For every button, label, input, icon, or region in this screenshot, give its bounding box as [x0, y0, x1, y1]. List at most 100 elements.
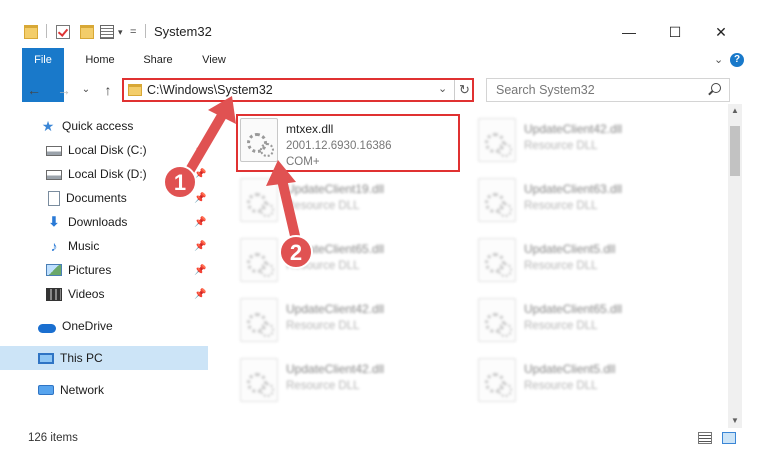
- scrollbar-thumb[interactable]: [730, 126, 740, 176]
- window-title: System32: [154, 24, 212, 39]
- sidebar-item-downloads[interactable]: ⬇ Downloads 📌: [0, 210, 208, 234]
- dll-file-icon: [478, 118, 516, 162]
- network-icon: [38, 385, 54, 395]
- qat-chevron-down-icon[interactable]: ▾: [118, 22, 123, 42]
- search-box[interactable]: Search System32: [486, 78, 730, 102]
- sidebar-item-label: Videos: [68, 287, 105, 301]
- disk-icon: [46, 146, 62, 156]
- recent-locations-chevron-icon[interactable]: ⌄: [76, 80, 96, 100]
- file-item[interactable]: UpdateClient42.dll Resource DLL: [474, 114, 704, 168]
- file-type: Resource DLL: [286, 200, 360, 212]
- onedrive-icon: [38, 323, 56, 333]
- sidebar-item-pictures[interactable]: Pictures 📌: [0, 258, 208, 282]
- file-item[interactable]: UpdateClient42.dll Resource DLL: [236, 294, 466, 348]
- file-item[interactable]: UpdateClient19.dll Resource DLL: [236, 174, 466, 228]
- sidebar-item-label: Network: [60, 383, 105, 397]
- quick-access-folder-icon[interactable]: [24, 22, 38, 42]
- sidebar-item-videos[interactable]: Videos 📌: [0, 282, 208, 306]
- dll-file-icon: [240, 358, 278, 402]
- properties-icon[interactable]: [100, 22, 114, 42]
- sidebar-item-music[interactable]: ♪ Music 📌: [0, 234, 208, 258]
- dll-file-icon: [478, 238, 516, 282]
- dll-file-icon: [478, 358, 516, 402]
- file-item[interactable]: UpdateClient5.dll Resource DLL: [474, 354, 704, 408]
- search-icon[interactable]: [711, 83, 721, 93]
- vertical-scrollbar[interactable]: ▲ ▼: [728, 104, 742, 428]
- downloads-icon: ⬇: [48, 214, 60, 229]
- tab-share[interactable]: Share: [136, 48, 180, 72]
- pin-icon: 📌: [194, 216, 207, 228]
- large-icons-view-icon[interactable]: [722, 432, 736, 444]
- title-bar: ▾ = System32 — ☐ ✕: [0, 0, 769, 44]
- refresh-button[interactable]: ↻: [454, 80, 474, 100]
- customize-toolbar-icon[interactable]: =: [130, 22, 136, 42]
- file-name: UpdateClient5.dll: [524, 362, 616, 376]
- pin-icon: 📌: [194, 240, 207, 252]
- folder-icon: [128, 84, 142, 96]
- expand-ribbon-chevron-icon[interactable]: ⌄: [714, 48, 723, 72]
- back-button[interactable]: ←: [24, 80, 44, 100]
- sidebar-item-label: Music: [68, 239, 100, 253]
- sidebar-item-local-disk-c[interactable]: Local Disk (C:) 📌: [0, 138, 208, 162]
- file-type: Resource DLL: [524, 140, 598, 152]
- videos-icon: [46, 287, 62, 301]
- sidebar-item-label: This PC: [60, 351, 103, 365]
- file-item[interactable]: UpdateClient5.dll Resource DLL: [474, 234, 704, 288]
- file-type: Resource DLL: [286, 320, 360, 332]
- file-name: UpdateClient5.dll: [524, 242, 616, 256]
- sidebar-item-label: Quick access: [62, 119, 134, 133]
- scroll-up-icon[interactable]: ▲: [728, 104, 742, 118]
- file-name: UpdateClient42.dll: [524, 122, 623, 136]
- file-name: UpdateClient42.dll: [286, 362, 385, 376]
- toolbar-divider: [145, 24, 146, 38]
- sidebar-item-local-disk-d[interactable]: Local Disk (D:) 📌: [0, 162, 208, 186]
- address-path[interactable]: C:\Windows\System32: [147, 83, 273, 97]
- file-type: Resource DLL: [524, 200, 598, 212]
- properties-check-icon[interactable]: [56, 22, 70, 42]
- minimize-button[interactable]: —: [606, 20, 652, 44]
- dll-file-icon: [478, 298, 516, 342]
- pin-icon: 📌: [194, 288, 207, 300]
- file-name: UpdateClient63.dll: [524, 182, 623, 196]
- file-highlight-box: [236, 114, 460, 172]
- sidebar-item-documents[interactable]: Documents 📌: [0, 186, 208, 210]
- dll-file-icon: [240, 298, 278, 342]
- dll-file-icon: [478, 178, 516, 222]
- pin-icon: 📌: [194, 144, 207, 156]
- file-type: Resource DLL: [524, 380, 598, 392]
- pictures-icon: [46, 264, 62, 276]
- file-name: UpdateClient19.dll: [286, 182, 385, 196]
- file-item[interactable]: UpdateClient65.dll Resource DLL: [236, 234, 466, 288]
- details-view-icon[interactable]: [698, 432, 712, 444]
- file-item[interactable]: UpdateClient42.dll Resource DLL: [236, 354, 466, 408]
- help-icon[interactable]: ?: [730, 53, 744, 67]
- new-folder-icon[interactable]: [80, 22, 94, 42]
- sidebar-item-quick-access[interactable]: ★ Quick access: [0, 114, 208, 138]
- sidebar-item-this-pc[interactable]: This PC: [0, 346, 208, 370]
- sidebar-item-label: Downloads: [68, 215, 128, 229]
- scroll-down-icon[interactable]: ▼: [728, 414, 742, 428]
- search-input[interactable]: Search System32: [496, 83, 595, 97]
- dll-file-icon: [240, 178, 278, 222]
- toolbar-divider: [46, 24, 47, 38]
- address-chevron-down-icon[interactable]: ⌄: [438, 82, 447, 95]
- maximize-button[interactable]: ☐: [652, 20, 698, 44]
- up-button[interactable]: ↑: [98, 80, 118, 100]
- close-button[interactable]: ✕: [698, 20, 744, 44]
- file-name: UpdateClient65.dll: [524, 302, 623, 316]
- sidebar-item-onedrive[interactable]: OneDrive: [0, 314, 208, 338]
- address-bar[interactable]: C:\Windows\System32 ⌄ ↻: [122, 78, 474, 102]
- file-name: UpdateClient65.dll: [286, 242, 385, 256]
- sidebar-item-label: Local Disk (C:): [68, 143, 147, 157]
- pin-icon: 📌: [194, 264, 207, 276]
- pin-icon: 📌: [194, 168, 207, 180]
- sidebar-item-network[interactable]: Network: [0, 378, 208, 402]
- tab-view[interactable]: View: [194, 48, 234, 72]
- file-item[interactable]: UpdateClient65.dll Resource DLL: [474, 294, 704, 348]
- file-item[interactable]: UpdateClient63.dll Resource DLL: [474, 174, 704, 228]
- tab-home[interactable]: Home: [78, 48, 122, 72]
- dll-file-icon: [240, 238, 278, 282]
- sidebar-item-label: Local Disk (D:): [68, 167, 147, 181]
- sidebar-item-label: Pictures: [68, 263, 112, 277]
- forward-button[interactable]: →: [54, 80, 74, 100]
